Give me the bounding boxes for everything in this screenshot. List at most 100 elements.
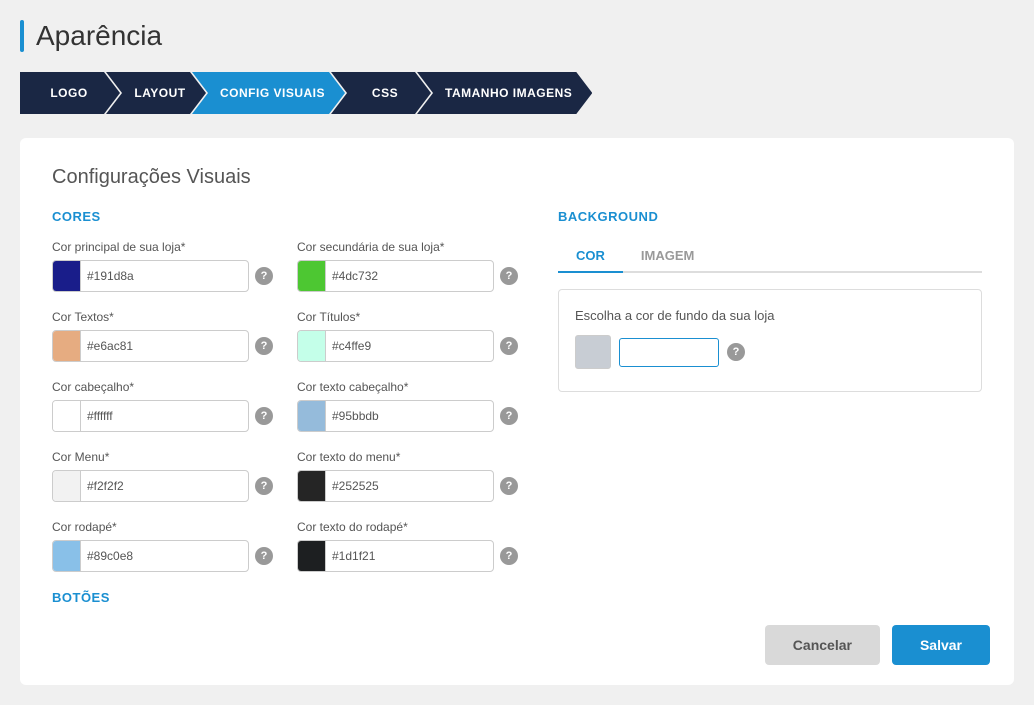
background-color-swatch[interactable] xyxy=(575,335,611,369)
step-logo[interactable]: LOGO xyxy=(20,72,120,114)
color-texto-cabecalho-swatch-input[interactable] xyxy=(297,400,494,432)
color-texto-rodape-help[interactable]: ? xyxy=(500,547,518,565)
color-texto-menu-swatch-input[interactable] xyxy=(297,470,494,502)
color-cabecalho: Cor cabeçalho* ? xyxy=(52,380,273,432)
tab-cor[interactable]: COR xyxy=(558,240,623,273)
color-rodape-input-wrapper: ? xyxy=(52,540,273,572)
color-texto-cabecalho-label: Cor texto cabeçalho* xyxy=(297,380,518,394)
color-cabecalho-swatch xyxy=(53,400,81,432)
steps-navigation: LOGO LAYOUT CONFIG VISUAIS CSS TAMANHO I… xyxy=(20,72,1014,114)
color-titulos: Cor Títulos* ? xyxy=(297,310,518,362)
color-texto-menu-help[interactable]: ? xyxy=(500,477,518,495)
color-rodape: Cor rodapé* ? xyxy=(52,520,273,572)
color-titulos-label: Cor Títulos* xyxy=(297,310,518,324)
color-titulos-swatch xyxy=(298,330,326,362)
color-cabecalho-hex[interactable] xyxy=(81,409,248,423)
color-textos-label: Cor Textos* xyxy=(52,310,273,324)
color-texto-menu-swatch xyxy=(298,470,326,502)
color-texto-rodape: Cor texto do rodapé* ? xyxy=(297,520,518,572)
color-principal-help[interactable]: ? xyxy=(255,267,273,285)
color-texto-rodape-swatch xyxy=(298,540,326,572)
step-config-visuais[interactable]: CONFIG VISUAIS xyxy=(206,72,345,114)
step-css[interactable]: CSS xyxy=(345,72,431,114)
color-secundaria-swatch-input[interactable] xyxy=(297,260,494,292)
color-textos-help[interactable]: ? xyxy=(255,337,273,355)
color-texto-cabecalho-help[interactable]: ? xyxy=(500,407,518,425)
title-bar-accent xyxy=(20,20,24,52)
step-tamanho-imagens-label[interactable]: TAMANHO IMAGENS xyxy=(417,72,592,114)
color-cabecalho-help[interactable]: ? xyxy=(255,407,273,425)
page-title: Aparência xyxy=(36,20,162,52)
color-textos: Cor Textos* ? xyxy=(52,310,273,362)
color-secundaria-label: Cor secundária de sua loja* xyxy=(297,240,518,254)
step-layout[interactable]: LAYOUT xyxy=(120,72,206,114)
color-menu: Cor Menu* ? xyxy=(52,450,273,502)
color-titulos-swatch-input[interactable] xyxy=(297,330,494,362)
two-col-layout: CORES Cor principal de sua loja* ? Cor s… xyxy=(52,209,982,605)
color-principal-input-wrapper: ? xyxy=(52,260,273,292)
color-principal-hex[interactable] xyxy=(81,269,248,283)
color-principal-swatch-input[interactable] xyxy=(52,260,249,292)
color-textos-swatch-input[interactable] xyxy=(52,330,249,362)
color-row-4: Cor Menu* ? Cor texto do menu* xyxy=(52,450,518,502)
color-row-5: Cor rodapé* ? Cor texto do rodapé* xyxy=(52,520,518,572)
background-help[interactable]: ? xyxy=(727,343,745,361)
color-menu-help[interactable]: ? xyxy=(255,477,273,495)
color-menu-input-wrapper: ? xyxy=(52,470,273,502)
color-texto-rodape-swatch-input[interactable] xyxy=(297,540,494,572)
color-cabecalho-input-wrapper: ? xyxy=(52,400,273,432)
color-row-2: Cor Textos* ? Cor Títulos* xyxy=(52,310,518,362)
color-principal-swatch xyxy=(53,260,81,292)
color-rodape-swatch xyxy=(53,540,81,572)
color-textos-swatch xyxy=(53,330,81,362)
step-config-visuais-label[interactable]: CONFIG VISUAIS xyxy=(192,72,345,114)
color-texto-rodape-hex[interactable] xyxy=(326,549,493,563)
background-section: BACKGROUND COR IMAGEM Escolha a cor de f… xyxy=(558,209,982,605)
color-cabecalho-label: Cor cabeçalho* xyxy=(52,380,273,394)
step-layout-label[interactable]: LAYOUT xyxy=(106,72,206,114)
background-hex-input[interactable] xyxy=(619,338,719,367)
color-texto-menu-input-wrapper: ? xyxy=(297,470,518,502)
background-cor-box: Escolha a cor de fundo da sua loja ? xyxy=(558,289,982,392)
step-logo-label[interactable]: LOGO xyxy=(20,72,120,114)
color-menu-swatch-input[interactable] xyxy=(52,470,249,502)
color-titulos-input-wrapper: ? xyxy=(297,330,518,362)
color-secundaria-hex[interactable] xyxy=(326,269,493,283)
bottom-actions: Cancelar Salvar xyxy=(765,625,990,665)
tab-imagem[interactable]: IMAGEM xyxy=(623,240,712,273)
background-cor-label: Escolha a cor de fundo da sua loja xyxy=(575,308,965,323)
color-secundaria-help[interactable]: ? xyxy=(500,267,518,285)
cancel-button[interactable]: Cancelar xyxy=(765,625,880,665)
color-rodape-hex[interactable] xyxy=(81,549,248,563)
color-cabecalho-swatch-input[interactable] xyxy=(52,400,249,432)
save-button[interactable]: Salvar xyxy=(892,625,990,665)
content-card: Configurações Visuais CORES Cor principa… xyxy=(20,138,1014,685)
background-tabs: COR IMAGEM xyxy=(558,240,982,273)
botoes-heading: BOTÕES xyxy=(52,590,518,605)
color-rodape-help[interactable]: ? xyxy=(255,547,273,565)
color-principal: Cor principal de sua loja* ? xyxy=(52,240,273,292)
color-textos-hex[interactable] xyxy=(81,339,248,353)
color-menu-label: Cor Menu* xyxy=(52,450,273,464)
step-css-label[interactable]: CSS xyxy=(331,72,431,114)
color-secundaria-swatch xyxy=(298,260,326,292)
color-texto-cabecalho-hex[interactable] xyxy=(326,409,493,423)
color-rodape-label: Cor rodapé* xyxy=(52,520,273,534)
color-row-3: Cor cabeçalho* ? Cor texto cabeçalho* xyxy=(52,380,518,432)
cores-heading: CORES xyxy=(52,209,518,224)
color-secundaria: Cor secundária de sua loja* ? xyxy=(297,240,518,292)
color-rodape-swatch-input[interactable] xyxy=(52,540,249,572)
color-textos-input-wrapper: ? xyxy=(52,330,273,362)
step-tamanho-imagens[interactable]: TAMANHO IMAGENS xyxy=(431,72,592,114)
color-secundaria-input-wrapper: ? xyxy=(297,260,518,292)
color-texto-menu-hex[interactable] xyxy=(326,479,493,493)
color-menu-hex[interactable] xyxy=(81,479,248,493)
color-texto-cabecalho: Cor texto cabeçalho* ? xyxy=(297,380,518,432)
color-menu-swatch xyxy=(53,470,81,502)
page-header: Aparência xyxy=(20,20,1014,52)
color-texto-cabecalho-swatch xyxy=(298,400,326,432)
color-principal-label: Cor principal de sua loja* xyxy=(52,240,273,254)
color-titulos-help[interactable]: ? xyxy=(500,337,518,355)
section-title: Configurações Visuais xyxy=(52,166,982,189)
color-titulos-hex[interactable] xyxy=(326,339,493,353)
